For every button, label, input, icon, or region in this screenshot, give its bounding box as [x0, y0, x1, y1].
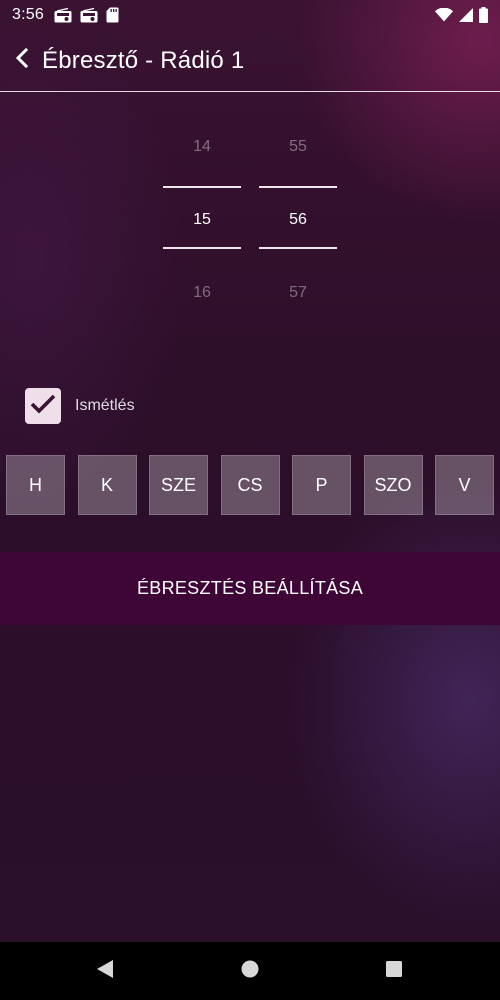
page-title: Ébresztő - Rádió 1 [42, 46, 245, 74]
back-arrow-icon [15, 47, 29, 73]
set-alarm-button[interactable]: ÉBRESZTÉS BEÁLLÍTÁSA [0, 552, 500, 625]
minute-next-value[interactable]: 57 [259, 284, 337, 302]
nav-home-button[interactable] [220, 942, 280, 1000]
hour-divider-top [163, 186, 241, 188]
repeat-label: Ismétlés [75, 397, 135, 414]
day-button-v[interactable]: V [435, 455, 494, 515]
app-bar: Ébresztő - Rádió 1 [0, 30, 500, 92]
repeat-row: Ismétlés [25, 388, 135, 424]
day-button-h[interactable]: H [6, 455, 65, 515]
minute-divider-bottom [259, 247, 337, 249]
day-buttons: H K SZE CS P SZO V [6, 455, 494, 515]
nav-recents-button[interactable] [364, 942, 424, 1000]
repeat-checkbox[interactable] [25, 388, 61, 424]
day-button-szo[interactable]: SZO [363, 455, 423, 515]
day-button-p[interactable]: P [292, 455, 351, 515]
status-icons-left [54, 7, 119, 23]
nav-back-button[interactable] [75, 942, 135, 1000]
radio-icon [80, 7, 98, 23]
status-bar: 3:56 [0, 0, 500, 30]
minute-divider-top [259, 186, 337, 188]
hour-divider-bottom [163, 247, 241, 249]
nav-home-icon [240, 959, 260, 984]
nav-bar [0, 942, 500, 1000]
battery-icon [479, 7, 488, 23]
minute-picker[interactable]: 55 56 57 [259, 120, 337, 320]
wifi-icon [435, 8, 453, 22]
hour-next-value[interactable]: 16 [163, 284, 241, 302]
status-icons-right [435, 7, 488, 23]
back-button[interactable] [10, 41, 34, 81]
hour-picker[interactable]: 14 15 16 [163, 120, 241, 320]
radio-icon [54, 7, 72, 23]
hour-prev-value[interactable]: 14 [163, 138, 241, 156]
checkmark-icon [29, 393, 57, 420]
sd-card-icon [106, 7, 119, 23]
minute-prev-value[interactable]: 55 [259, 138, 337, 156]
day-button-cs[interactable]: CS [220, 455, 280, 515]
day-button-sze[interactable]: SZE [149, 455, 208, 515]
nav-back-icon [96, 959, 114, 984]
minute-current-value[interactable]: 56 [259, 211, 337, 229]
status-time: 3:56 [12, 6, 44, 23]
signal-icon [459, 8, 473, 22]
hour-current-value[interactable]: 15 [163, 211, 241, 229]
day-button-k[interactable]: K [77, 455, 137, 515]
nav-recents-icon [385, 960, 403, 983]
